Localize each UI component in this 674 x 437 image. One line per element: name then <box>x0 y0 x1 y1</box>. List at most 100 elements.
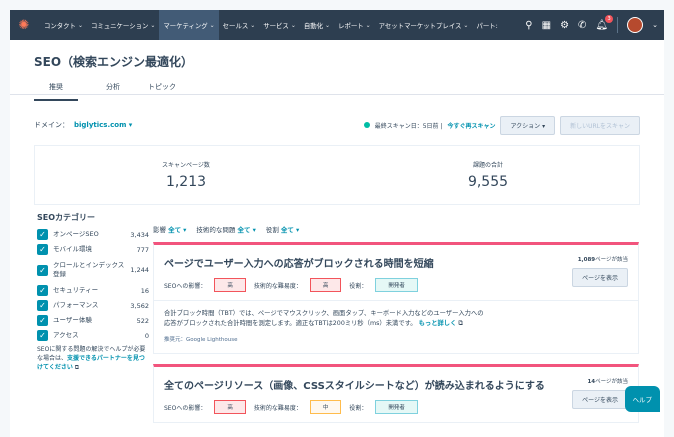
card-source: 推奨元：Google Lighthouse <box>164 337 238 343</box>
tab-recommendations[interactable]: 推奨 <box>34 82 78 101</box>
role-badge: 開発者 <box>375 278 418 292</box>
difficulty-filter-value: 全て <box>237 226 251 234</box>
sidebar-help: SEOに関する問題の解決でヘルプが必要な場合は、支援できるパートナーを見つけてく… <box>37 345 149 372</box>
difficulty-badge: 高 <box>309 278 342 292</box>
nav-partner[interactable]: パート: <box>472 10 501 40</box>
difficulty-filter[interactable]: 技術的な問題 全て ▾ <box>196 224 255 234</box>
recommendation-card: 全てのページリソース（画像、CSSスタイルシートなど）が読み込まれるようにする … <box>153 364 639 423</box>
nav-communications[interactable]: コミュニケーション ⌄ <box>87 10 159 40</box>
role-label: 役割： <box>349 404 368 412</box>
avatar[interactable] <box>627 17 644 33</box>
card-actions: 1,089ページが該当 ページを表示 <box>572 255 628 292</box>
chevron-down-icon: ▾ <box>296 226 300 234</box>
chevron-down-icon: ▾ <box>128 121 133 129</box>
affected-pages: 1,089ページが該当 <box>578 255 628 263</box>
card-header: ページでユーザー入力への応答がブロックされる時間を短縮 SEOへの影響： 高 技… <box>154 245 638 300</box>
category-count: 777 <box>136 245 149 254</box>
view-pages-button[interactable]: ページを表示 <box>572 268 628 287</box>
checkbox-checked-icon[interactable]: ✓ <box>37 285 48 296</box>
difficulty-label: 技術的な難易度： <box>253 282 302 290</box>
domain-value: biglytics.com <box>74 121 127 129</box>
category-mobile[interactable]: ✓ モバイル環境 777 <box>37 244 149 255</box>
role-filter-value: 全て <box>280 226 294 234</box>
external-link-icon: ⧉ <box>458 320 463 327</box>
card-title: ページでユーザー入力への応答がブロックされる時間を短縮 <box>164 259 434 270</box>
actions-button[interactable]: アクション ▾ <box>500 115 556 135</box>
category-security[interactable]: ✓ セキュリティー 16 <box>37 285 149 296</box>
domain-row: ドメイン： biglytics.com ▾ 最終スキャン日：5日前 | 今すぐ再… <box>34 115 640 135</box>
impact-label: SEOへの影響： <box>164 404 207 412</box>
domain-select[interactable]: biglytics.com ▾ <box>74 121 132 129</box>
affected-pages-suffix: ページが該当 <box>595 257 628 263</box>
category-name: モバイル環境 <box>53 245 92 253</box>
stat-issues-value: 9,555 <box>467 174 509 190</box>
category-user-experience[interactable]: ✓ ユーザー体験 522 <box>37 315 149 326</box>
chevron-down-icon: ⌄ <box>150 21 156 29</box>
affected-pages-count: 1,089 <box>577 257 596 263</box>
nav-sales[interactable]: セールス ⌄ <box>219 10 260 40</box>
card-actions: 14ページが該当 ページを表示 <box>572 377 628 414</box>
stat-total-issues: 課題の合計 9,555 <box>337 146 639 204</box>
chevron-down-icon[interactable]: ⌄ <box>652 21 658 29</box>
difficulty-label: 技術的な難易度： <box>253 404 302 412</box>
role-badge: 開発者 <box>375 400 418 414</box>
impact-filter-label: 影響 <box>153 226 166 234</box>
impact-filter[interactable]: 影響 全て ▾ <box>153 224 186 234</box>
category-accessibility[interactable]: ✓ アクセス 0 <box>37 330 149 341</box>
view-pages-button[interactable]: ページを表示 <box>572 390 628 409</box>
card-title: 全てのページリソース（画像、CSSスタイルシートなど）が読み込まれるようにする <box>164 381 545 392</box>
role-filter[interactable]: 役割 全て ▾ <box>266 224 299 234</box>
scan-new-url-button[interactable]: 新しいURLをスキャン <box>560 115 640 135</box>
nav-asset-marketplace[interactable]: アセットマーケットプレイス ⌄ <box>375 10 473 40</box>
nav-reports[interactable]: レポート ⌄ <box>334 10 375 40</box>
chevron-down-icon: ▾ <box>183 226 187 234</box>
card-header-main: ページでユーザー入力への応答がブロックされる時間を短縮 SEOへの影響： 高 技… <box>164 255 434 292</box>
chevron-down-icon: ⌄ <box>365 21 371 29</box>
checkbox-checked-icon[interactable]: ✓ <box>37 315 48 326</box>
nav-communications-label: コミュニケーション <box>90 21 149 30</box>
nav-contacts[interactable]: コンタクト ⌄ <box>40 10 87 40</box>
category-name: ユーザー体験 <box>53 316 92 324</box>
impact-label: SEOへの影響： <box>164 282 207 290</box>
checkbox-checked-icon[interactable]: ✓ <box>37 330 48 341</box>
nav-marketing[interactable]: マーケティング ⌄ <box>159 10 219 40</box>
checkbox-checked-icon[interactable]: ✓ <box>37 229 48 240</box>
hubspot-logo-icon[interactable]: ✺ <box>16 17 32 33</box>
affected-pages-suffix: ページが該当 <box>595 379 628 385</box>
marketplace-icon[interactable]: ▦ <box>542 20 551 31</box>
category-crawl-index[interactable]: ✓ クロールとインデックス登録 1,244 <box>37 259 149 281</box>
status-dot-icon <box>363 122 370 128</box>
notification-badge: 3 <box>605 14 614 23</box>
category-name: アクセス <box>53 331 79 339</box>
role-label: 役割： <box>349 282 368 290</box>
tab-topics[interactable]: トピック <box>148 82 176 101</box>
category-performance[interactable]: ✓ パフォーマンス 3,562 <box>37 300 149 311</box>
role-filter-label: 役割 <box>265 226 279 234</box>
gear-icon[interactable]: ⚙ <box>560 20 569 31</box>
learn-more-link[interactable]: もっと詳しく <box>419 320 457 327</box>
notifications-button[interactable]: 🔔︎ 3 <box>595 14 614 31</box>
category-name: クロールとインデックス登録 <box>53 261 125 278</box>
search-icon[interactable]: ⚲ <box>525 20 532 31</box>
impact-badge: 高 <box>214 278 246 292</box>
chevron-down-icon: ▾ <box>252 226 256 234</box>
page-title: SEO（検索エンジン最適化） <box>34 55 194 69</box>
recommendation-card: ページでユーザー入力への応答がブロックされる時間を短縮 SEOへの影響： 高 技… <box>153 242 639 354</box>
chevron-down-icon: ⌄ <box>463 21 469 29</box>
checkbox-checked-icon[interactable]: ✓ <box>37 300 48 311</box>
rescan-link[interactable]: 今すぐ再スキャン <box>447 121 495 130</box>
nav-automation[interactable]: 自動化 ⌄ <box>300 10 334 40</box>
checkbox-checked-icon[interactable]: ✓ <box>37 264 48 276</box>
page-header: SEO（検索エンジン最適化） 推奨 分析 トピック <box>10 40 664 101</box>
tab-analysis[interactable]: 分析 <box>106 82 120 101</box>
help-button[interactable]: ヘルプ <box>624 386 660 412</box>
category-onpage-seo[interactable]: ✓ オンページSEO 3,434 <box>37 229 149 240</box>
chevron-down-icon: ⌄ <box>325 21 331 29</box>
stat-scanned-label: スキャンページ数 <box>162 162 210 169</box>
seo-category-sidebar: SEOカテゴリー ✓ オンページSEO 3,434 ✓ モバイル環境 777 ✓ クロール… <box>37 212 149 372</box>
impact-badge: 高 <box>214 400 246 414</box>
nav-service[interactable]: サービス ⌄ <box>259 10 300 40</box>
chevron-down-icon: ⌄ <box>290 21 296 29</box>
phone-icon[interactable]: ✆ <box>578 20 586 31</box>
checkbox-checked-icon[interactable]: ✓ <box>37 244 48 255</box>
